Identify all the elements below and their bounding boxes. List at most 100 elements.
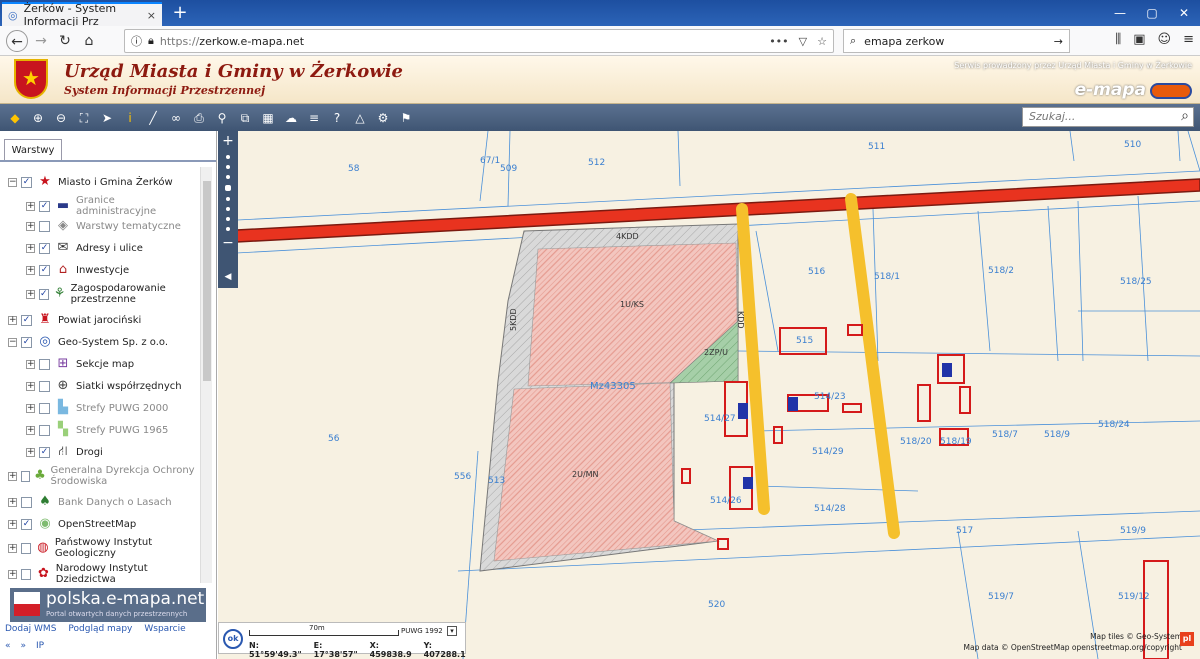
zoom-out-button[interactable]: − [218, 235, 238, 251]
layer-checkbox[interactable] [39, 424, 50, 436]
forward-button[interactable]: → [30, 30, 52, 52]
expand-icon[interactable]: + [8, 543, 17, 553]
parcel-label[interactable]: 518/25 [1120, 277, 1152, 287]
layer-label[interactable]: Warstwy tematyczne [76, 221, 181, 232]
parcel-label[interactable]: 518/2 [988, 266, 1014, 276]
expand-icon[interactable]: + [26, 425, 35, 435]
new-tab-button[interactable]: + [168, 2, 192, 24]
expand-icon[interactable]: + [26, 289, 35, 299]
next-link[interactable]: » [21, 641, 27, 651]
account-icon[interactable]: ☺ [1158, 32, 1172, 47]
layer-label[interactable]: Państwowy Instytut Geologiczny [55, 537, 198, 559]
layer-item[interactable]: − ✓ ◎ Geo-System Sp. z o.o. [8, 333, 198, 351]
layer-item[interactable]: + ✓ ◉ OpenStreetMap [8, 515, 198, 533]
layer-label[interactable]: Inwestycje [76, 265, 129, 276]
layer-checkbox[interactable] [21, 542, 31, 554]
layer-item[interactable]: − ✓ ★ Miasto i Gmina Żerków [8, 173, 198, 191]
browser-search-bar[interactable]: ⌕ emapa zerkow → [843, 29, 1070, 53]
layer-item[interactable]: + ▙ Strefy PUWG 2000 [26, 399, 198, 417]
parcel-label[interactable]: 514/26 [710, 496, 742, 506]
expand-icon[interactable]: + [26, 447, 35, 457]
layer-item[interactable]: + ✓ ▬ Granice administracyjne [26, 195, 198, 217]
layer-label[interactable]: Drogi [76, 447, 103, 458]
scrollbar-thumb[interactable] [203, 181, 211, 381]
layer-label[interactable]: Narodowy Instytut Dziedzictwa [56, 563, 198, 583]
parcel-label[interactable]: 514/29 [812, 447, 844, 457]
map-search-input[interactable]: Szukaj... [1022, 107, 1194, 127]
parcel-label[interactable]: 520 [708, 600, 725, 610]
layer-checkbox[interactable]: ✓ [21, 314, 32, 326]
zoom-level-dot[interactable] [226, 207, 230, 211]
attribution-osm[interactable]: Map data © OpenStreetMap openstreetmap.o… [964, 642, 1182, 653]
collapse-icon[interactable]: − [8, 177, 17, 187]
layer-label[interactable]: Zagospodarowanie przestrzenne [71, 283, 198, 305]
expand-icon[interactable]: + [26, 201, 35, 211]
info-tool-icon[interactable]: i [121, 109, 139, 127]
layer-checkbox[interactable]: ✓ [39, 242, 50, 254]
expand-icon[interactable]: + [8, 315, 17, 325]
layers-tool-icon[interactable]: ◆ [6, 109, 24, 127]
layer-item[interactable]: + ✓ ♜ Powiat jarociński [8, 311, 198, 329]
parcel-label[interactable]: 518/9 [1044, 430, 1070, 440]
layer-checkbox[interactable]: ✓ [21, 176, 32, 188]
layer-item[interactable]: + ⊞ Sekcje map [26, 355, 198, 373]
expand-icon[interactable]: + [26, 265, 35, 275]
layer-item[interactable]: + ♣ Generalna Dyrekcja Ochrony Środowiska [8, 465, 198, 487]
parcel-label[interactable]: 516 [808, 267, 825, 277]
expand-icon[interactable]: + [26, 381, 35, 391]
support-link[interactable]: Wsparcie [144, 624, 185, 634]
hatch-tool-icon[interactable]: ≡ [305, 109, 323, 127]
bookmark-star-icon[interactable]: ☆ [817, 35, 827, 48]
expand-icon[interactable]: + [8, 497, 17, 507]
maximize-button[interactable]: ▢ [1136, 0, 1168, 26]
layer-label[interactable]: Strefy PUWG 1965 [76, 425, 168, 436]
parcel-label[interactable]: 56 [328, 434, 340, 444]
layer-checkbox[interactable] [39, 402, 50, 414]
parcel-label[interactable]: 519/12 [1118, 592, 1150, 602]
parcel-label[interactable]: 514/23 [814, 392, 846, 402]
parcel-label[interactable]: 509 [500, 164, 517, 174]
expand-icon[interactable]: + [8, 569, 17, 579]
layer-item[interactable]: + ✓ ⛙ Drogi [26, 443, 198, 461]
layer-item[interactable]: + ✓ ⚘ Zagospodarowanie przestrzenne [26, 283, 198, 305]
layer-checkbox[interactable]: ✓ [39, 264, 50, 276]
layer-label[interactable]: Granice administracyjne [76, 195, 198, 217]
grid-tool-icon[interactable]: ▦ [259, 109, 277, 127]
layer-checkbox[interactable] [21, 496, 32, 508]
parcel-label[interactable]: 511 [868, 142, 885, 152]
layer-item[interactable]: + ✿ Narodowy Instytut Dziedzictwa [8, 563, 198, 583]
page-actions-icon[interactable]: ••• [769, 35, 788, 48]
layer-label[interactable]: Geo-System Sp. z o.o. [58, 337, 168, 348]
parcel-label[interactable]: 518/1 [874, 272, 900, 282]
layer-checkbox[interactable]: ✓ [39, 200, 50, 212]
parcel-label[interactable]: 518/20 [900, 437, 932, 447]
layer-checkbox[interactable]: ✓ [21, 518, 32, 530]
zoom-level-dot[interactable] [226, 175, 230, 179]
layer-label[interactable]: Adresy i ulice [76, 243, 143, 254]
pin-tool-icon[interactable]: ⚲ [213, 109, 231, 127]
layer-label[interactable]: Strefy PUWG 2000 [76, 403, 168, 414]
layer-label[interactable]: OpenStreetMap [58, 519, 136, 530]
layer-label[interactable]: Siatki współrzędnych [76, 381, 182, 392]
layer-checkbox[interactable]: ✓ [39, 446, 50, 458]
library-icon[interactable]: ⫼ [1115, 32, 1121, 47]
map-svg[interactable]: 58 67/1509 512 511 510 516 518/1 518/2 518/25 515… [218, 131, 1200, 659]
layer-item[interactable]: + ✓ ⌂ Inwestycje [26, 261, 198, 279]
parcel-label[interactable]: 515 [796, 336, 813, 346]
zoom-level-dot[interactable] [226, 155, 230, 159]
zoom-level-dot[interactable] [226, 165, 230, 169]
ok-button[interactable]: ok [223, 629, 243, 649]
parcel-label[interactable]: 67/1 [480, 156, 500, 166]
layer-item[interactable]: + ▚ Strefy PUWG 1965 [26, 421, 198, 439]
expand-icon[interactable]: + [26, 359, 35, 369]
menu-icon[interactable]: ≡ [1183, 32, 1194, 47]
layer-checkbox[interactable] [39, 358, 50, 370]
export-tool-icon[interactable]: ⧉ [236, 109, 254, 127]
layer-checkbox[interactable] [39, 380, 50, 392]
layer-scrollbar[interactable] [200, 167, 212, 583]
comment-tool-icon[interactable]: ☁ [282, 109, 300, 127]
parcel-label[interactable]: 518/24 [1098, 420, 1130, 430]
measure-tool-icon[interactable]: ╱ [144, 109, 162, 127]
layer-label[interactable]: Powiat jarociński [58, 315, 141, 326]
expand-icon[interactable]: + [8, 471, 17, 481]
